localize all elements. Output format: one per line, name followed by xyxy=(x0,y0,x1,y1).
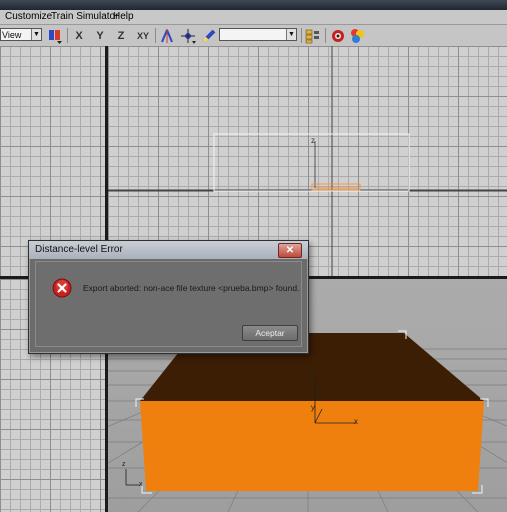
menu-train-simulator[interactable]: Train Simulator xyxy=(51,11,118,22)
menu-bar: Customize Train Simulator Help xyxy=(0,10,507,25)
error-message: Export aborted: non-ace file texture <pr… xyxy=(83,283,300,293)
layer-manager-button[interactable] xyxy=(304,27,322,44)
dialog-title: Distance-level Error xyxy=(35,244,123,255)
gizmo-z-label: z xyxy=(311,371,315,380)
mirror-icon xyxy=(161,28,173,43)
material-spheres-icon xyxy=(351,28,364,43)
main-toolbar: View ▼ X Y Z XY ▼ xyxy=(0,25,507,47)
mirror-button[interactable] xyxy=(158,27,176,44)
named-selection-button[interactable] xyxy=(200,27,218,44)
axis-x-button[interactable]: X xyxy=(70,27,88,44)
accept-button[interactable]: Aceptar xyxy=(242,325,298,341)
menu-help[interactable]: Help xyxy=(113,11,134,22)
align-button[interactable] xyxy=(179,27,197,44)
render-setup-button[interactable] xyxy=(329,27,347,44)
toolbar-divider xyxy=(67,28,68,43)
select-filter-icon xyxy=(49,29,62,44)
gizmo-x-label: x xyxy=(354,417,358,426)
layers-icon xyxy=(305,29,319,43)
dialog-body: Export aborted: non-ace file texture <pr… xyxy=(35,261,302,347)
toolbar-divider xyxy=(155,28,156,43)
view-combo-value: View xyxy=(2,30,22,40)
chevron-down-icon: ▼ xyxy=(31,29,41,40)
error-icon xyxy=(52,278,72,298)
dialog-title-bar[interactable]: Distance-level Error ✕ xyxy=(29,241,308,259)
axis-xy-button[interactable]: XY xyxy=(133,27,153,44)
toolbar-divider xyxy=(325,28,326,43)
axis-z-button[interactable]: Z xyxy=(112,27,130,44)
gizmo-y-label: y xyxy=(311,403,315,412)
corner-gizmo-x-label: x xyxy=(139,481,143,488)
dialog-close-button[interactable]: ✕ xyxy=(278,243,302,258)
menu-customize[interactable]: Customize xyxy=(5,11,52,22)
align-icon xyxy=(181,28,196,44)
pencil-icon xyxy=(202,29,216,42)
view-combo[interactable]: View ▼ xyxy=(0,28,42,41)
chevron-down-icon: ▼ xyxy=(286,29,296,40)
teapot-render-icon xyxy=(332,29,344,42)
corner-gizmo-z-label: z xyxy=(122,461,126,468)
material-editor-button[interactable] xyxy=(348,27,366,44)
axis-y-button[interactable]: Y xyxy=(91,27,109,44)
named-selection-set-combo[interactable]: ▼ xyxy=(219,28,297,41)
axis-z-label: z xyxy=(311,136,315,145)
window-title-bar xyxy=(0,0,507,10)
toolbar-divider xyxy=(301,28,302,43)
select-filter-button[interactable] xyxy=(46,27,64,44)
error-dialog: Distance-level Error ✕ Export aborted: n… xyxy=(28,240,309,354)
